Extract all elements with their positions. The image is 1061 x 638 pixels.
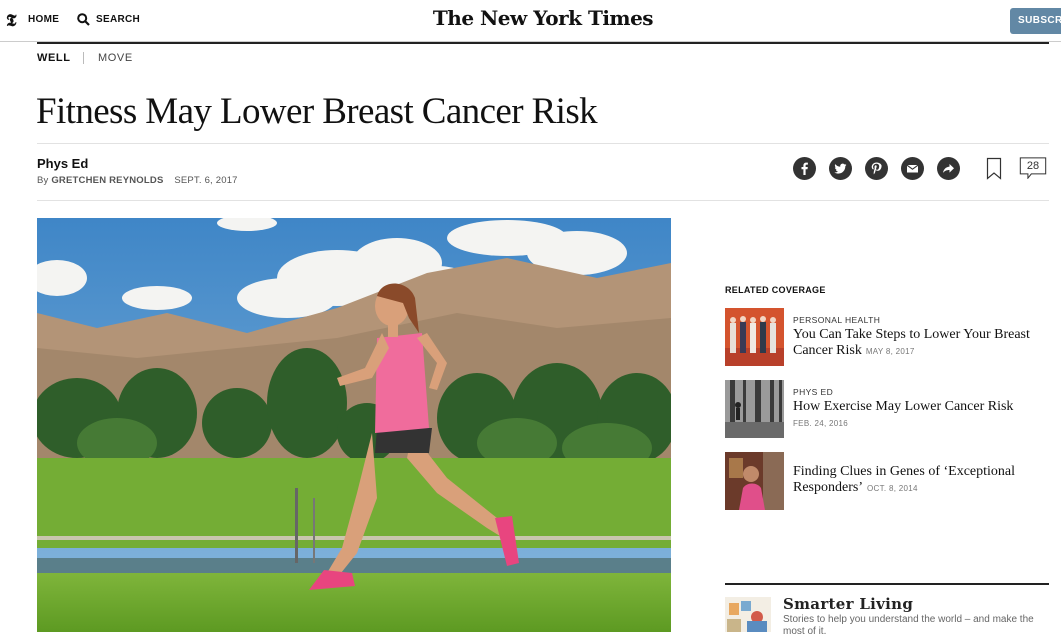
bookmark-icon[interactable] xyxy=(986,157,1002,181)
related-headline[interactable]: You Can Take Steps to Lower Your Breast … xyxy=(793,327,1055,360)
section-separator xyxy=(83,52,84,64)
headline-divider xyxy=(37,143,1049,144)
facebook-share-button[interactable] xyxy=(793,157,816,180)
subscribe-button[interactable]: SUBSCRIBE xyxy=(1010,8,1061,34)
section-rule xyxy=(37,42,1049,44)
related-thumbnail-forest[interactable] xyxy=(725,380,784,438)
more-share-button[interactable] xyxy=(937,157,960,180)
email-share-button[interactable] xyxy=(901,157,924,180)
facebook-icon xyxy=(801,162,808,175)
home-link[interactable]: HOME xyxy=(28,14,59,25)
email-icon xyxy=(906,164,919,173)
byline: By GRETCHEN REYNOLDS SEPT. 6, 2017 xyxy=(37,175,238,186)
related-thumbnail-portrait[interactable] xyxy=(725,452,784,510)
section-link-well[interactable]: WELL xyxy=(37,52,71,64)
comment-count[interactable]: 28 xyxy=(1017,160,1049,172)
share-arrow-icon xyxy=(943,164,954,173)
related-date: MAY 8, 2017 xyxy=(865,347,915,356)
smarter-living-rule xyxy=(725,583,1049,585)
search-link[interactable]: SEARCH xyxy=(96,14,140,25)
smarter-living-title[interactable]: Smarter Living xyxy=(783,595,913,613)
nyt-t-logo[interactable]: 𝕿 xyxy=(6,11,16,31)
related-date: OCT. 8, 2014 xyxy=(867,484,918,493)
masthead-logo[interactable]: The New York Times xyxy=(420,6,666,30)
related-item[interactable]: PERSONAL HEALTH You Can Take Steps to Lo… xyxy=(725,308,1055,368)
byline-divider xyxy=(37,200,1049,201)
hero-image-runner xyxy=(37,218,671,632)
related-headline[interactable]: How Exercise May Lower Cancer Risk FEB. 2… xyxy=(793,399,1055,432)
smarter-living-description: Stories to help you understand the world… xyxy=(783,614,1034,637)
author-link[interactable]: GRETCHEN REYNOLDS xyxy=(51,175,163,186)
publish-date: SEPT. 6, 2017 xyxy=(174,175,238,186)
pinterest-icon xyxy=(871,162,882,175)
column-kicker[interactable]: Phys Ed xyxy=(37,156,88,171)
twitter-share-button[interactable] xyxy=(829,157,852,180)
section-link-move[interactable]: MOVE xyxy=(98,52,133,64)
byline-prefix: By xyxy=(37,175,49,186)
search-icon[interactable] xyxy=(77,13,90,26)
related-item[interactable]: Finding Clues in Genes of ‘Exceptional R… xyxy=(725,452,1055,512)
related-kicker: PHYS ED xyxy=(793,387,834,397)
related-date: FEB. 24, 2016 xyxy=(793,419,849,428)
twitter-icon xyxy=(834,163,847,174)
related-kicker: PERSONAL HEALTH xyxy=(793,315,881,325)
related-headline[interactable]: Finding Clues in Genes of ‘Exceptional R… xyxy=(793,464,1055,497)
related-thumbnail-women[interactable] xyxy=(725,308,784,366)
related-item[interactable]: PHYS ED How Exercise May Lower Cancer Ri… xyxy=(725,380,1055,440)
related-coverage-title: RELATED COVERAGE xyxy=(725,285,826,295)
pinterest-share-button[interactable] xyxy=(865,157,888,180)
smarter-living-thumbnail[interactable] xyxy=(725,597,771,632)
article-headline: Fitness May Lower Breast Cancer Risk xyxy=(36,91,598,132)
